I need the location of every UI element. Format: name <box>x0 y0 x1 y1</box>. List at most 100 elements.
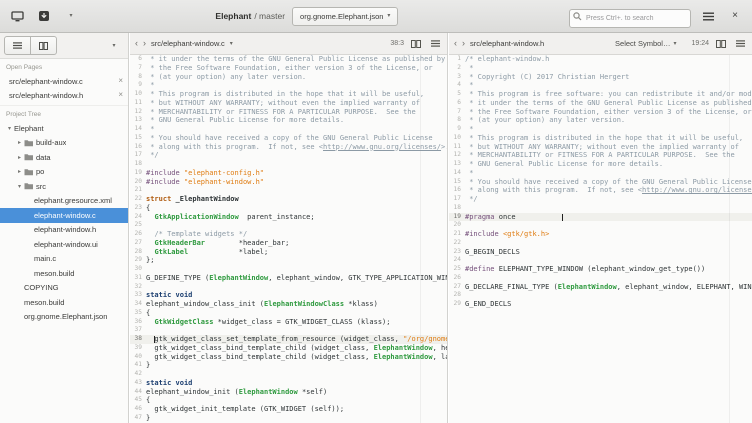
code-line[interactable]: 2 * <box>449 64 752 73</box>
caret-down-icon[interactable]: ▾ <box>15 183 24 190</box>
code-line[interactable]: 7 * the Free Software Foundation, either… <box>130 64 447 73</box>
code-line[interactable]: 17 */ <box>449 195 752 204</box>
code-line[interactable]: 27 GtkHeaderBar *header_bar; <box>130 239 447 248</box>
code-line[interactable]: 28 GtkLabel *label; <box>130 248 447 257</box>
code-line[interactable]: 9 * <box>449 125 752 134</box>
code-line[interactable]: 20 <box>449 221 752 230</box>
code-line[interactable]: 18 <box>130 160 447 169</box>
code-line[interactable]: 38 gtk_widget_class_set_template_from_re… <box>130 335 447 344</box>
config-selector-button[interactable]: org.gnome.Elephant.json ▾ <box>292 7 398 26</box>
code-line[interactable]: 6 * it under the terms of the GNU Genera… <box>130 55 447 64</box>
code-line[interactable]: 32 <box>130 283 447 292</box>
code-line[interactable]: 1/* elephant-window.h <box>449 55 752 64</box>
code-line[interactable]: 25 <box>130 221 447 230</box>
code-line[interactable]: 21 <box>130 186 447 195</box>
code-line[interactable]: 4 * <box>449 81 752 90</box>
caret-right-icon[interactable]: ▸ <box>15 168 24 175</box>
back-icon[interactable]: ‹ <box>135 39 138 48</box>
code-line[interactable]: 15 * You should have received a copy of … <box>130 134 447 143</box>
code-line[interactable]: 8 * (at your option) any later version. <box>130 73 447 82</box>
code-line[interactable]: 6 * it under the terms of the GNU Genera… <box>449 99 752 108</box>
code-line[interactable]: 20#include "elephant-window.h" <box>130 178 447 187</box>
code-line[interactable]: 26 /* Template widgets */ <box>130 230 447 239</box>
code-line[interactable]: 16 * along with this program. If not, se… <box>130 143 447 152</box>
device-selector-button[interactable]: ▾ <box>61 6 81 26</box>
code-line[interactable]: 19#include "elephant-config.h" <box>130 169 447 178</box>
code-line[interactable]: 26 <box>449 274 752 283</box>
editor-menu-button[interactable] <box>733 37 747 51</box>
close-page-icon[interactable]: × <box>118 77 123 85</box>
tree-item[interactable]: ▾Elephant <box>0 121 128 136</box>
document-title[interactable]: src/elephant-window.h <box>470 39 544 48</box>
code-line[interactable]: 23G_BEGIN_DECLS <box>449 248 752 257</box>
tree-item[interactable]: meson.build <box>0 295 128 310</box>
source-editor[interactable]: 6 * it under the terms of the GNU Genera… <box>130 55 447 423</box>
caret-right-icon[interactable]: ▸ <box>15 154 24 161</box>
code-line[interactable]: 21#include <gtk/gtk.h> <box>449 230 752 239</box>
open-page-item[interactable]: src/elephant-window.c× <box>0 74 128 88</box>
code-line[interactable]: 19#pragma once <box>449 213 752 222</box>
code-line[interactable]: 39 gtk_widget_class_bind_template_child … <box>130 344 447 353</box>
code-line[interactable]: 14 * <box>449 169 752 178</box>
search-input[interactable] <box>569 9 691 28</box>
split-view-button[interactable] <box>409 37 423 51</box>
code-line[interactable]: 17 */ <box>130 151 447 160</box>
code-line[interactable]: 16 * along with this program. If not, se… <box>449 186 752 195</box>
forward-icon[interactable]: › <box>143 39 146 48</box>
editor-menu-button[interactable] <box>428 37 442 51</box>
code-line[interactable]: 37 <box>130 326 447 335</box>
code-line[interactable]: 5 * This program is free software: you c… <box>449 90 752 99</box>
code-line[interactable]: 29}; <box>130 256 447 265</box>
code-line[interactable]: 10 * This program is distributed in the … <box>130 90 447 99</box>
code-line[interactable]: 45{ <box>130 396 447 405</box>
code-line[interactable]: 36 GtkWidgetClass *widget_class = GTK_WI… <box>130 318 447 327</box>
code-line[interactable]: 12 * MERCHANTABILITY or FITNESS FOR A PA… <box>130 108 447 117</box>
code-line[interactable]: 7 * the Free Software Foundation, either… <box>449 108 752 117</box>
code-line[interactable]: 24 <box>449 256 752 265</box>
code-line[interactable]: 27G_DECLARE_FINAL_TYPE (ElephantWindow, … <box>449 283 752 292</box>
perspective-switcher-button[interactable] <box>7 6 27 26</box>
code-line[interactable]: 15 * You should have received a copy of … <box>449 178 752 187</box>
code-line[interactable]: 13 * GNU General Public License for more… <box>449 160 752 169</box>
code-line[interactable]: 46 gtk_widget_init_template (GTK_WIDGET … <box>130 405 447 414</box>
open-page-item[interactable]: src/elephant-window.h× <box>0 88 128 102</box>
menu-button[interactable] <box>698 6 718 26</box>
tree-item[interactable]: elephant-window.h <box>0 223 128 238</box>
symbol-selector-button[interactable]: Select Symbol… ▾ <box>615 39 676 48</box>
code-line[interactable]: 22 <box>449 239 752 248</box>
build-button[interactable] <box>34 6 54 26</box>
tree-item[interactable]: elephant-window.c <box>0 208 128 223</box>
close-window-button[interactable]: × <box>725 6 745 26</box>
tree-item[interactable]: ▾src <box>0 179 128 194</box>
code-line[interactable]: 44elephant_window_init (ElephantWindow *… <box>130 388 447 397</box>
tree-item[interactable]: org.gnome.Elephant.json <box>0 310 128 325</box>
code-line[interactable]: 14 * <box>130 125 447 134</box>
code-line[interactable]: 34elephant_window_class_init (ElephantWi… <box>130 300 447 309</box>
tree-item[interactable]: meson.build <box>0 266 128 281</box>
back-icon[interactable]: ‹ <box>454 39 457 48</box>
code-line[interactable]: 18 <box>449 204 752 213</box>
split-view-button[interactable] <box>714 37 728 51</box>
forward-icon[interactable]: › <box>462 39 465 48</box>
code-line[interactable]: 11 * but WITHOUT ANY WARRANTY; without e… <box>130 99 447 108</box>
code-line[interactable]: 43static void <box>130 379 447 388</box>
code-line[interactable]: 9 * <box>130 81 447 90</box>
code-line[interactable]: 31G_DEFINE_TYPE (ElephantWindow, elephan… <box>130 274 447 283</box>
code-line[interactable]: 12 * MERCHANTABILITY or FITNESS FOR A PA… <box>449 151 752 160</box>
code-line[interactable]: 8 * (at your option) any later version. <box>449 116 752 125</box>
code-line[interactable]: 35{ <box>130 309 447 318</box>
panel-menu-button[interactable]: ▾ <box>104 36 124 56</box>
code-line[interactable]: 13 * GNU General Public License for more… <box>130 116 447 125</box>
document-title[interactable]: src/elephant-window.c <box>151 39 225 48</box>
caret-right-icon[interactable]: ▸ <box>15 139 24 146</box>
code-line[interactable]: 30 <box>130 265 447 274</box>
tree-item[interactable]: ▸po <box>0 165 128 180</box>
tree-item[interactable]: main.c <box>0 252 128 267</box>
caret-down-icon[interactable]: ▾ <box>5 125 14 132</box>
tree-item[interactable]: elephant-window.ui <box>0 237 128 252</box>
tree-item[interactable]: elephant.gresource.xml <box>0 194 128 209</box>
code-line[interactable]: 33static void <box>130 291 447 300</box>
code-line[interactable]: 24 GtkApplicationWindow parent_instance; <box>130 213 447 222</box>
tree-item[interactable]: ▸build-aux <box>0 136 128 151</box>
code-line[interactable]: 42 <box>130 370 447 379</box>
